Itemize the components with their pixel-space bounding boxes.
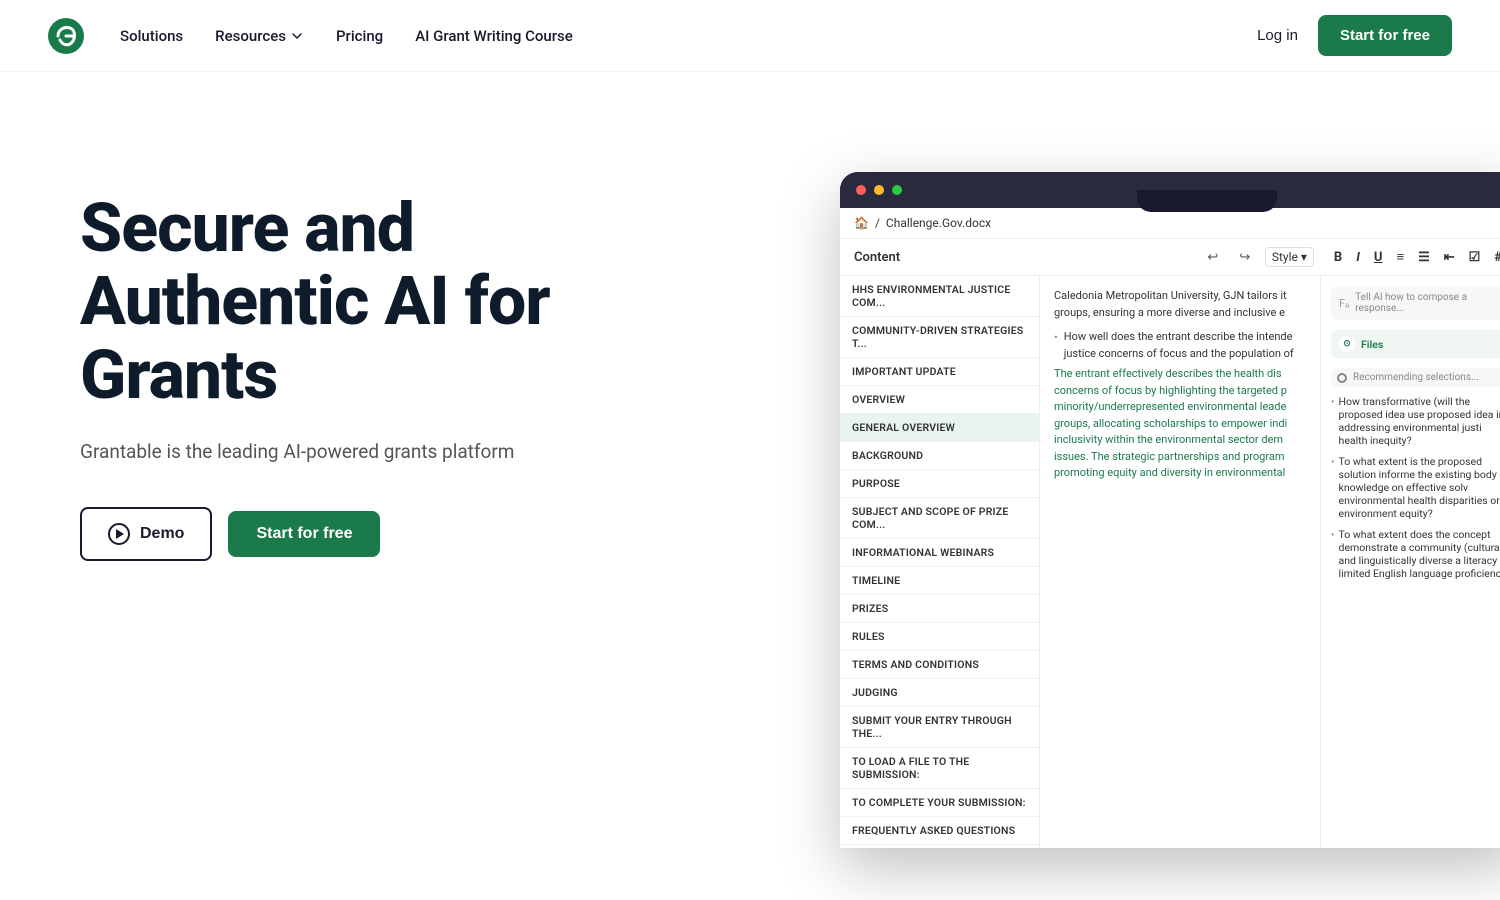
format-toolbar: B I U ≡ ☰ ⇤ ☑ #	[1330, 247, 1500, 267]
ai-prompt-bar[interactable]: Fₐ Tell AI how to compose a response...	[1331, 286, 1500, 320]
ai-questions: • How transformative (will the proposed …	[1331, 395, 1500, 580]
hero-subtitle: Grantable is the leading AI-powered gran…	[80, 440, 700, 463]
redo-button[interactable]: ↪	[1233, 245, 1257, 269]
sidebar-item[interactable]: INFORMATIONAL WEBINARS	[840, 539, 1039, 567]
undo-button[interactable]: ↩	[1201, 245, 1225, 269]
app-screenshot: 🏠 / Challenge.Gov.docx Content ↩ ↪ Style…	[840, 172, 1500, 852]
ai-panel: Fₐ Tell AI how to compose a response... …	[1320, 276, 1500, 848]
sidebar-item[interactable]: IMPORTANT UPDATE	[840, 358, 1039, 386]
ai-question-2: • To what extent is the proposed solutio…	[1331, 455, 1500, 520]
dot-green	[892, 185, 902, 195]
play-icon	[108, 523, 130, 545]
highlighted-text: The entrant effectively describes the he…	[1054, 366, 1306, 482]
app-toolbar: Content ↩ ↪ Style ▾ B I U ≡ ☰ ⇤ ☑	[840, 239, 1500, 276]
sidebar-item[interactable]: SUBMIT YOUR ENTRY THROUGH THE...	[840, 707, 1039, 748]
dot-yellow	[874, 185, 884, 195]
ai-question-3: • To what extent does the concept demons…	[1331, 528, 1500, 580]
nav-solutions[interactable]: Solutions	[120, 27, 183, 45]
sidebar-item[interactable]: BACKGROUND	[840, 442, 1039, 470]
recommending-dot	[1337, 373, 1347, 383]
sidebar-item[interactable]: FREQUENTLY ASKED QUESTIONS	[840, 817, 1039, 845]
dot-red	[856, 185, 866, 195]
recommending-section: Recommending selections...	[1331, 368, 1500, 387]
sidebar-item[interactable]: TO COMPLETE YOUR SUBMISSION:	[840, 789, 1039, 817]
device-frame: 🏠 / Challenge.Gov.docx Content ↩ ↪ Style…	[840, 172, 1500, 848]
play-triangle	[116, 529, 124, 539]
hero-section: Secure and Authentic AI for Grants Grant…	[0, 72, 1500, 900]
list-bullet-button[interactable]: ☰	[1414, 248, 1434, 267]
app-window: 🏠 / Challenge.Gov.docx Content ↩ ↪ Style…	[840, 208, 1500, 848]
hero-buttons: Demo Start for free	[80, 507, 700, 561]
ai-question-1: • How transformative (will the proposed …	[1331, 395, 1500, 447]
checkbox-button[interactable]: ☑	[1465, 248, 1485, 267]
italic-button[interactable]: I	[1352, 248, 1364, 267]
sidebar-item[interactable]: TO LOAD A FILE TO THE SUBMISSION:	[840, 748, 1039, 789]
files-icon: ⊙	[1339, 336, 1355, 352]
sidebar: HHS ENVIRONMENTAL JUSTICE COM... COMMUNI…	[840, 276, 1040, 848]
bold-button[interactable]: B	[1330, 248, 1346, 267]
sidebar-item[interactable]: RULES	[840, 623, 1039, 651]
ai-prompt-text: Tell AI how to compose a response...	[1355, 292, 1500, 314]
indent-button[interactable]: ⇤	[1440, 248, 1459, 267]
files-section[interactable]: ⊙ Files	[1331, 330, 1500, 358]
nav-ai-course[interactable]: AI Grant Writing Course	[415, 27, 573, 45]
bullet-item: • How well does the entrant describe the…	[1054, 329, 1306, 362]
sidebar-item[interactable]: OVERVIEW	[840, 386, 1039, 414]
sidebar-item[interactable]: PRIZES	[840, 595, 1039, 623]
app-body: HHS ENVIRONMENTAL JUSTICE COM... COMMUNI…	[840, 276, 1500, 848]
sidebar-item[interactable]: GENERAL OVERVIEW	[840, 414, 1039, 442]
navbar: Solutions Resources Pricing AI Grant Wri…	[0, 0, 1500, 72]
nav-pricing[interactable]: Pricing	[336, 27, 383, 45]
login-button[interactable]: Log in	[1257, 27, 1298, 44]
nav-right: Log in Start for free	[1257, 15, 1452, 56]
demo-button[interactable]: Demo	[80, 507, 212, 561]
underline-button[interactable]: U	[1370, 248, 1387, 267]
nav-links: Solutions Resources Pricing AI Grant Wri…	[120, 27, 573, 45]
sidebar-item[interactable]: HHS ENVIRONMENTAL JUSTICE COM...	[840, 276, 1039, 317]
app-breadcrumb: 🏠 / Challenge.Gov.docx	[840, 208, 1500, 239]
main-text-1: Caledonia Metropolitan University, GJN t…	[1054, 288, 1306, 321]
sidebar-item[interactable]: TERMS AND CONDITIONS	[840, 651, 1039, 679]
sidebar-item[interactable]: PURPOSE	[840, 470, 1039, 498]
sidebar-item[interactable]: JUDGING	[840, 679, 1039, 707]
start-free-hero-button[interactable]: Start for free	[228, 511, 380, 557]
style-dropdown[interactable]: Style ▾	[1265, 247, 1314, 267]
hash-button[interactable]: #	[1490, 248, 1500, 267]
sidebar-item[interactable]: COMMUNITY-DRIVEN STRATEGIES T...	[840, 317, 1039, 358]
nav-resources[interactable]: Resources	[215, 27, 304, 45]
home-icon: 🏠	[854, 216, 869, 230]
sidebar-item[interactable]: TIMELINE	[840, 567, 1039, 595]
list-button[interactable]: ≡	[1392, 247, 1408, 267]
device-top-bar	[840, 172, 1500, 208]
hero-title: Secure and Authentic AI for Grants	[80, 192, 700, 412]
nav-left: Solutions Resources Pricing AI Grant Wri…	[48, 18, 573, 54]
sidebar-item[interactable]: GLOSSARY OF TERMS	[840, 845, 1039, 848]
main-content: Caledonia Metropolitan University, GJN t…	[1040, 276, 1320, 848]
start-free-nav-button[interactable]: Start for free	[1318, 15, 1452, 56]
device-notch	[1137, 190, 1277, 212]
hero-text: Secure and Authentic AI for Grants Grant…	[80, 152, 700, 561]
logo[interactable]	[48, 18, 84, 54]
sidebar-item[interactable]: SUBJECT AND SCOPE OF PRIZE COM...	[840, 498, 1039, 539]
chevron-down-icon	[290, 29, 304, 43]
